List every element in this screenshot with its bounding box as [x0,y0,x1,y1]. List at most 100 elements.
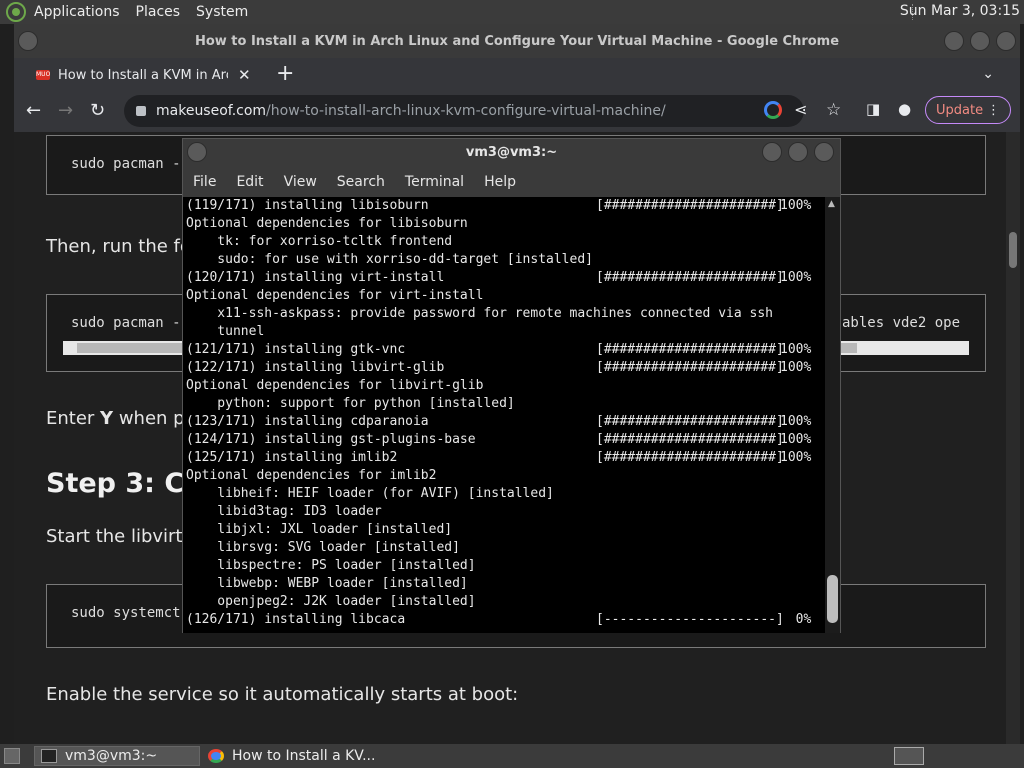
terminal-titlebar[interactable]: vm3@vm3:~ [183,139,840,167]
terminal-menu-edit[interactable]: Edit [236,174,263,190]
workspace-switcher[interactable] [894,747,924,765]
terminal-menubar: File Edit View Search Terminal Help [183,167,840,197]
terminal-maximize-icon[interactable] [788,142,808,162]
lock-icon[interactable] [136,106,146,116]
tab-title: How to Install a KVM in Arch Linux [58,67,228,83]
terminal-close-icon[interactable] [814,142,834,162]
chrome-titlebar[interactable]: How to Install a KVM in Arch Linux and C… [14,24,1020,58]
terminal-line: librsvg: SVG loader [installed] [186,539,826,557]
code-block-2-text-left: sudo pacman - [71,315,181,331]
paragraph-2: Enter Y when pro [46,408,203,429]
address-bar[interactable]: makeuseof.com/how-to-install-arch-linux-… [124,95,804,127]
taskbar-item-terminal[interactable]: vm3@vm3:~ [34,746,200,766]
terminal-line-text: Optional dependencies for virt-install [186,288,484,303]
progress-percent: 100% [780,342,812,357]
terminal-line-text: (121/171) installing gtk-vnc [186,342,406,357]
terminal-line: Optional dependencies for imlib2 [186,467,826,485]
code-block-2-text-right: ables vde2 ope [842,315,961,331]
scroll-up-arrow-icon[interactable]: ▲ [828,199,835,209]
code-block-3-text: sudo systemct [71,605,181,621]
chrome-icon [208,749,224,763]
maximize-icon[interactable] [970,31,990,51]
bottom-taskbar: vm3@vm3:~ How to Install a KV... [0,744,1024,768]
progress-bar-text: [######################] [596,342,784,357]
taskbar-item-chrome-label: How to Install a KV... [232,748,376,764]
progress-bar-text: [----------------------] [596,612,784,627]
terminal-icon [41,749,57,763]
terminal-line: Optional dependencies for libisoburn [186,215,826,233]
terminal-line-text: (126/171) installing libcaca [186,612,406,627]
muo-favicon-icon: MUO [36,70,51,80]
terminal-line-text: (120/171) installing virt-install [186,270,445,285]
terminal-scrollbar-thumb[interactable] [827,575,838,623]
terminal-line-text: (125/171) installing imlib2 [186,450,398,465]
new-tab-icon[interactable]: + [276,61,294,86]
minimize-icon[interactable] [944,31,964,51]
window-menu-icon[interactable] [18,31,38,51]
chrome-toolbar: ← → ↻ makeuseof.com/how-to-install-arch-… [14,90,1020,132]
page-scrollbar[interactable] [1006,132,1020,744]
progress-percent: 100% [780,360,812,375]
terminal-window-menu-icon[interactable] [187,142,207,162]
terminal-line-text: libheif: HEIF loader (for AVIF) [install… [186,486,554,501]
back-arrow-icon[interactable]: ← [26,100,41,121]
terminal-line-text: (119/171) installing libisoburn [186,198,429,213]
terminal-line: Optional dependencies for virt-install [186,287,826,305]
side-panel-icon[interactable]: ◨ [866,100,880,118]
page-scrollbar-thumb[interactable] [1009,232,1017,268]
distro-logo-icon[interactable] [6,2,26,22]
close-window-icon[interactable] [996,31,1016,51]
progress-percent: 100% [780,432,812,447]
url-host: makeuseof.com [156,103,267,119]
terminal-line-text: Optional dependencies for libvirt-glib [186,378,484,393]
menu-applications[interactable]: Applications [34,4,120,20]
terminal-menu-terminal[interactable]: Terminal [405,174,464,190]
kebab-menu-icon[interactable]: ⋮ [987,103,1000,118]
terminal-scrollbar[interactable]: ▲ [825,197,840,633]
reload-icon[interactable]: ↻ [90,100,105,121]
terminal-menu-file[interactable]: File [193,174,216,190]
menu-system[interactable]: System [196,4,248,20]
progress-bar-text: [######################] [596,414,784,429]
terminal-line: (123/171) installing cdparanoia [########… [186,413,826,431]
paragraph-1: Then, run the fol [46,236,196,257]
menu-places[interactable]: Places [136,4,181,20]
terminal-line: Optional dependencies for libvirt-glib [186,377,826,395]
progress-percent: 100% [780,198,812,213]
terminal-line-text: tunnel [186,324,265,339]
taskbar-item-chrome[interactable]: How to Install a KV... [202,746,392,766]
terminal-line: libspectre: PS loader [installed] [186,557,826,575]
terminal-line: openjpeg2: J2K loader [installed] [186,593,826,611]
show-desktop-icon[interactable] [4,748,20,764]
terminal-line: (126/171) installing libcaca [-----------… [186,611,826,629]
forward-arrow-icon[interactable]: → [58,100,73,121]
terminal-line-text: (122/171) installing libvirt-glib [186,360,445,375]
terminal-line: (122/171) installing libvirt-glib [######… [186,359,826,377]
terminal-menu-view[interactable]: View [284,174,317,190]
clock[interactable]: Sun Mar 3, 03:15 [900,3,1020,19]
tab-search-chevron-icon[interactable]: ⌄ [982,66,994,82]
terminal-line-text: libid3tag: ID3 loader [186,504,382,519]
terminal-line: tunnel [186,323,826,341]
google-lens-icon[interactable] [764,101,782,119]
terminal-line-text: Optional dependencies for imlib2 [186,468,437,483]
terminal-menu-search[interactable]: Search [337,174,385,190]
tab-close-icon[interactable]: ✕ [238,66,251,84]
terminal-minimize-icon[interactable] [762,142,782,162]
tab-kvm-article[interactable]: MUO How to Install a KVM in Arch Linux ✕ [26,60,266,90]
progress-percent: 100% [780,450,812,465]
terminal-line: (119/171) installing libisoburn [########… [186,197,826,215]
bookmark-star-icon[interactable]: ☆ [826,100,841,120]
terminal-title: vm3@vm3:~ [465,145,558,160]
share-icon[interactable]: ⋖ [794,100,807,119]
profile-icon[interactable]: ● [898,100,911,118]
terminal-line: libjxl: JXL loader [installed] [186,521,826,539]
terminal-line: libwebp: WEBP loader [installed] [186,575,826,593]
terminal-output[interactable]: (119/171) installing libisoburn [########… [183,197,826,633]
terminal-line-text: (123/171) installing cdparanoia [186,414,429,429]
update-button[interactable]: Update ⋮ [925,96,1011,124]
paragraph-4: Enable the service so it automatically s… [46,684,519,705]
terminal-line-text: libjxl: JXL loader [installed] [186,522,453,537]
terminal-menu-help[interactable]: Help [484,174,516,190]
progress-percent: 0% [780,612,812,627]
